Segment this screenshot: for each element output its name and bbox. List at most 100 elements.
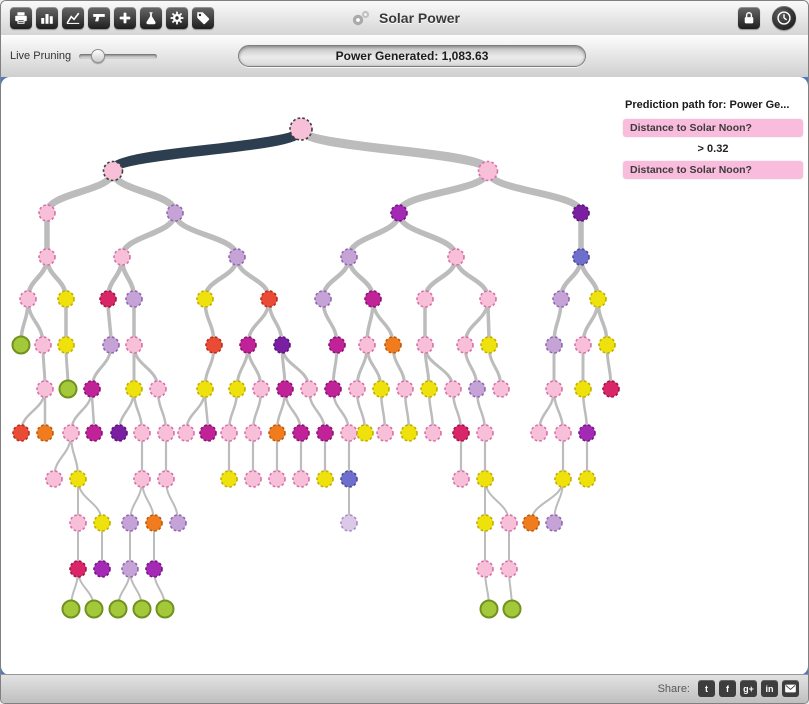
tree-node[interactable] [599,337,615,353]
tree-node[interactable] [134,471,150,487]
tree-node[interactable] [603,381,619,397]
add-button[interactable] [114,7,136,29]
tree-node[interactable] [197,381,213,397]
tree-node[interactable] [481,601,498,618]
tree-node[interactable] [590,291,606,307]
tree-node[interactable] [349,381,365,397]
tree-node[interactable] [373,381,389,397]
tree-node[interactable] [421,381,437,397]
tree-node[interactable] [573,249,589,265]
tree-node[interactable] [84,381,100,397]
tree-node[interactable] [453,471,469,487]
tree-node[interactable] [114,249,130,265]
tree-node[interactable] [329,337,345,353]
tree-node[interactable] [317,471,333,487]
tree-node[interactable] [417,337,433,353]
tree-node[interactable] [477,515,493,531]
tree-node[interactable] [94,561,110,577]
tree-node[interactable] [269,425,285,441]
tree-node[interactable] [221,425,237,441]
clock-button[interactable] [772,6,796,30]
tree-node[interactable] [575,381,591,397]
tree-node[interactable] [134,601,151,618]
tree-node[interactable] [63,425,79,441]
tree-node[interactable] [477,471,493,487]
tree-node[interactable] [104,162,123,181]
tree-node[interactable] [221,471,237,487]
flask-button[interactable] [140,7,162,29]
tree-node[interactable] [341,249,357,265]
tree-node[interactable] [70,515,86,531]
tree-node[interactable] [555,471,571,487]
line-chart-button[interactable] [62,7,84,29]
tree-node[interactable] [277,381,293,397]
tree-node[interactable] [150,381,166,397]
tree-node[interactable] [253,381,269,397]
tree-node[interactable] [501,515,517,531]
tree-node[interactable] [341,471,357,487]
tree-node[interactable] [63,601,80,618]
tree-node[interactable] [453,425,469,441]
live-pruning-slider[interactable] [79,54,157,59]
tree-node[interactable] [269,471,285,487]
tree-node[interactable] [200,425,216,441]
facebook-share-button[interactable]: f [719,680,736,697]
tree-node[interactable] [385,337,401,353]
tree-node[interactable] [357,425,373,441]
tree-node[interactable] [13,425,29,441]
settings-button[interactable] [166,7,188,29]
tree-node[interactable] [504,601,521,618]
tree-node[interactable] [126,381,142,397]
tree-node[interactable] [58,291,74,307]
tree-node[interactable] [167,205,183,221]
tree-node[interactable] [579,425,595,441]
tree-node[interactable] [315,291,331,307]
tree-node[interactable] [86,601,103,618]
tree-node[interactable] [122,515,138,531]
tree-node[interactable] [457,337,473,353]
slider-thumb[interactable] [91,49,105,63]
tree-node[interactable] [479,162,498,181]
tree-node[interactable] [401,425,417,441]
tree-node[interactable] [477,425,493,441]
tree-node[interactable] [110,601,127,618]
tree-node[interactable] [546,337,562,353]
tree-node[interactable] [37,425,53,441]
tree-node[interactable] [579,471,595,487]
tree-node[interactable] [126,291,142,307]
tree-node[interactable] [70,471,86,487]
tree-node[interactable] [425,425,441,441]
tree-node[interactable] [245,471,261,487]
tree-node[interactable] [94,515,110,531]
tree-node[interactable] [100,291,116,307]
tree-node[interactable] [158,471,174,487]
tree-node[interactable] [229,381,245,397]
tree-node[interactable] [445,381,461,397]
tree-node[interactable] [365,291,381,307]
tree-node[interactable] [46,471,62,487]
tree-node[interactable] [573,205,589,221]
tree-node[interactable] [531,425,547,441]
tree-node[interactable] [546,515,562,531]
linkedin-share-button[interactable]: in [761,680,778,697]
tree-node[interactable] [261,291,277,307]
tree-node[interactable] [274,337,290,353]
googleplus-share-button[interactable]: g+ [740,680,757,697]
tree-node[interactable] [480,291,496,307]
tree-node[interactable] [126,337,142,353]
tree-node[interactable] [103,337,119,353]
tree-node[interactable] [290,118,312,140]
tree-node[interactable] [158,425,174,441]
tree-node[interactable] [341,515,357,531]
tree-node[interactable] [481,337,497,353]
tree-node[interactable] [20,291,36,307]
tree-node[interactable] [377,425,393,441]
tree-node[interactable] [146,515,162,531]
tree-node[interactable] [39,205,55,221]
tree-node[interactable] [111,425,127,441]
printer-button[interactable] [10,7,32,29]
tree-node[interactable] [555,425,571,441]
tag-button[interactable] [192,7,214,29]
tree-node[interactable] [197,291,213,307]
tree-node[interactable] [469,381,485,397]
